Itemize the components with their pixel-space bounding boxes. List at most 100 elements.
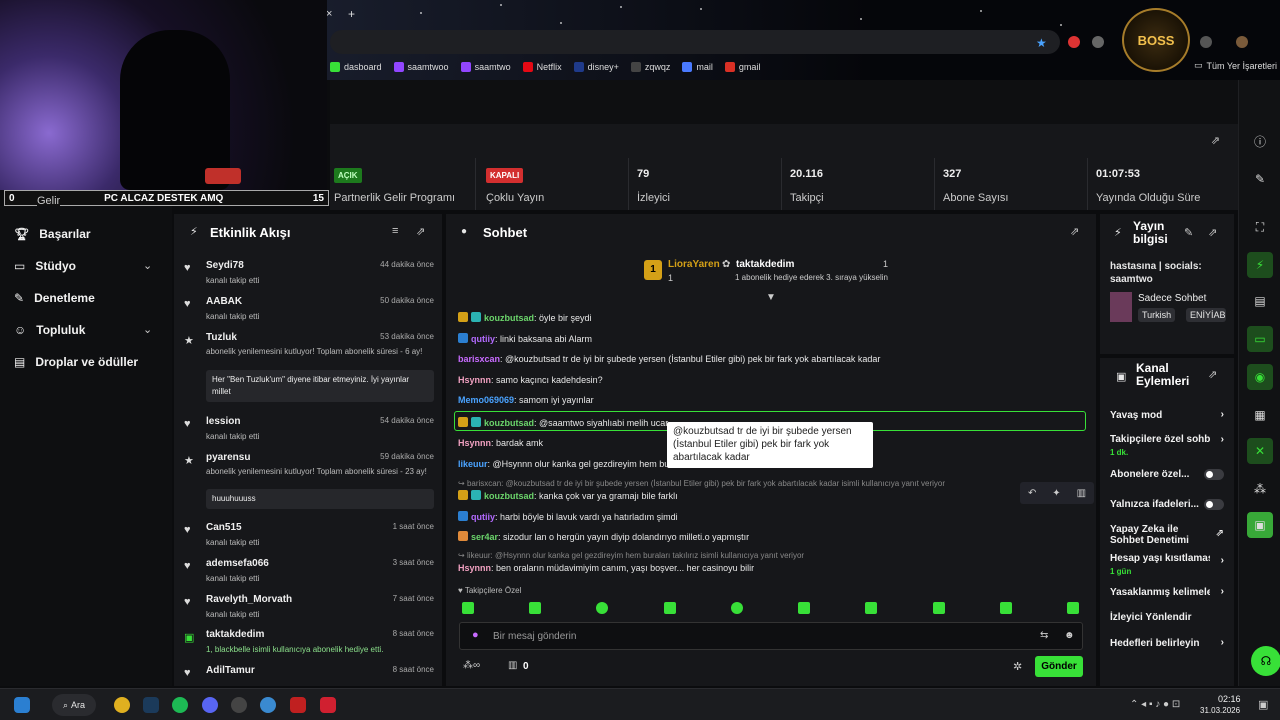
bookmark-saamtwoo[interactable]: saamtwoo [393,62,449,72]
discord-icon[interactable] [202,697,218,713]
obs-icon[interactable] [231,697,247,713]
bookmark-zqwqz[interactable]: zqwqz [630,62,670,72]
nav-item-community[interactable]: ☺ Topluluk [14,323,85,337]
nav-item-drops[interactable]: ▤ Droplar ve ödüller [14,355,138,369]
feed-username[interactable]: ademsefa066 [206,558,269,569]
tag[interactable]: Turkish [1138,308,1176,322]
points-icon[interactable]: ⁂∞ [463,660,480,671]
category-name[interactable]: Sadece Sohbet [1138,293,1206,304]
toggle-switch[interactable] [1204,469,1224,480]
chat-username[interactable]: kouzbutsad [484,491,534,501]
action-set-goals[interactable]: Hedefleri belirleyin › [1110,637,1226,649]
popout-icon[interactable]: ⇗ [1208,368,1217,381]
feed-username[interactable]: Tuzluk [206,332,237,343]
action-banned-words[interactable]: Yasaklanmış kelimeler › [1110,586,1226,601]
filter-icon[interactable]: ≡ [392,225,398,237]
nav-item-achievements[interactable]: 🏆︎ Başarılar [14,227,91,241]
edit-icon[interactable]: ✎ [1247,166,1273,192]
fullscreen-icon[interactable]: ⛶ [1247,214,1273,240]
profile-avatar[interactable] [1236,36,1248,48]
clock-date[interactable]: 31.03.2026 [1200,706,1240,715]
chat-username[interactable]: Memo069069 [458,395,514,405]
layout-icon[interactable]: ▦ [1247,402,1273,428]
history-icon[interactable] [1200,36,1212,48]
reply-icon[interactable]: ↶ [1028,488,1036,499]
store-icon[interactable]: ▥ [508,660,517,671]
feed-username[interactable]: Ravelyth_Morvath [206,594,292,605]
emote-icon[interactable] [865,602,878,614]
notifications-icon[interactable]: ▣ [1258,698,1268,711]
chat-username[interactable]: kouzbutsad [484,313,534,323]
action-ai-moderation[interactable]: Yapay Zeka ile Sohbet Denetimi ⇗ [1110,524,1226,546]
bookmark-dasboard[interactable]: dasboard [330,62,382,72]
emote-icon[interactable] [1066,602,1079,614]
bookmark-star-icon[interactable]: ★ [1036,36,1047,50]
feed-username[interactable]: AdilTamur [206,665,255,676]
bookmark-netflix[interactable]: Netflix [522,62,562,72]
chevron-down-icon[interactable]: ⌄ [143,323,152,336]
search-button[interactable]: ⌕ Ara [52,694,96,716]
chat-username[interactable]: barisxcan [458,354,500,364]
all-bookmarks-link[interactable]: ▭ Tüm Yer İşaretleri [1194,60,1277,71]
category-thumbnail[interactable] [1110,292,1132,322]
emote-icon[interactable] [596,602,609,614]
popout-icon[interactable]: ⇗ [1070,225,1079,238]
chat-icon[interactable]: ▭ [1247,326,1273,352]
address-bar[interactable] [330,30,1060,54]
delete-icon[interactable]: ▥ [1077,488,1086,499]
chat-username[interactable]: likeuur [458,459,488,469]
popout-icon[interactable]: ⇗ [1211,134,1220,147]
bookmark-gmail[interactable]: gmail [724,62,760,72]
emote-icon[interactable] [999,602,1012,614]
leaderboard-user[interactable]: LioraYaren [668,259,720,270]
chat-username[interactable]: kouzbutsad [484,418,534,428]
action-slow-mode[interactable]: Yavaş mod › [1110,409,1226,421]
app-icon[interactable] [260,697,276,713]
feed-username[interactable]: pyarensu [206,452,250,463]
action-account-age[interactable]: Hesap yaşı kısıtlaması › 1 gün [1110,553,1226,576]
windows-start-icon[interactable] [14,697,30,713]
steam-icon[interactable] [143,697,159,713]
bookmark-disney[interactable]: disney+ [573,62,619,72]
support-icon[interactable]: ☊ [1251,646,1280,676]
app-icon[interactable] [290,697,306,713]
emote-icon[interactable] [663,602,676,614]
chevron-down-icon[interactable]: ⌄ [143,259,152,272]
translate-icon[interactable]: ⇆ [1040,630,1048,641]
broadcast-icon[interactable]: ◉ [1247,364,1273,390]
info-icon[interactable]: ⓘ [1247,128,1273,154]
toggle-switch[interactable] [1204,499,1224,510]
feed-username[interactable]: taktakdedim [206,629,264,640]
action-raid[interactable]: İzleyici Yönlendir [1110,612,1226,623]
popout-icon[interactable]: ⇗ [416,225,425,238]
vivaldi-icon[interactable] [320,697,336,713]
chat-username[interactable]: qutiiy [471,334,495,344]
bookmark-mail[interactable]: mail [682,62,713,72]
spotify-icon[interactable] [172,697,188,713]
chat-username[interactable]: qutiiy [471,512,495,522]
chat-username[interactable]: Hsynnn [458,375,491,385]
extension-icon[interactable] [1068,36,1080,48]
chat-username[interactable]: ser4ar [471,532,498,542]
tag[interactable]: ENİYİAB [1186,308,1226,322]
nav-item-moderation[interactable]: ✎ Denetleme [14,291,95,305]
leaderboard-user[interactable]: taktakdedim [736,259,794,270]
feed-username[interactable]: Seydi78 [206,260,244,271]
feed-username[interactable]: lession [206,416,240,427]
tray-icons[interactable]: ⌃ ◂ ▪ ♪ ● ⊡ [1130,699,1180,710]
chat-username[interactable]: Hsynnn [458,438,491,448]
send-button[interactable]: Gönder [1035,656,1083,677]
chat-input[interactable]: ● Bir mesaj gönderin ⇆ ☻ [459,622,1083,650]
action-subscribers-only[interactable]: Abonelere özel... [1110,469,1226,480]
clock-time[interactable]: 02:16 [1218,694,1241,704]
document-icon[interactable]: ▤ [1247,288,1273,314]
lightning-icon[interactable]: ⚡ [1247,252,1273,278]
action-followers-only[interactable]: Takipçilere özel sohbet › 1 dk. [1110,434,1226,457]
new-tab-icon[interactable]: + [348,7,355,21]
microphone-icon[interactable]: ● [472,629,479,641]
feed-username[interactable]: AABAK [206,296,242,307]
pin-icon[interactable]: ✦ [1052,488,1060,499]
feed-username[interactable]: Can515 [206,522,242,533]
emote-icon[interactable] [529,602,542,614]
collapse-icon[interactable]: ▼ [766,292,776,303]
